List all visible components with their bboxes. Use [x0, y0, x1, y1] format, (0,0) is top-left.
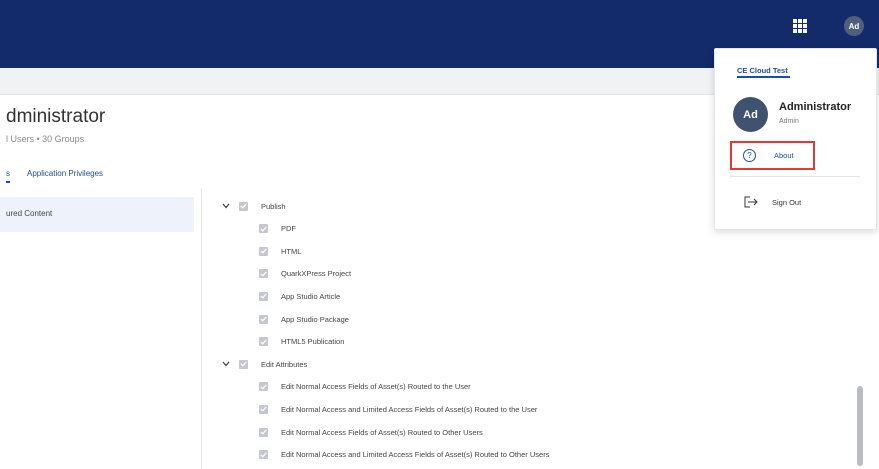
tab-content-privileges[interactable]: s	[6, 169, 10, 178]
privilege-label: Edit Normal Access and Limited Access Fi…	[281, 450, 550, 460]
privilege-checkbox[interactable]	[259, 404, 268, 414]
organization-name[interactable]: CE Cloud Test	[737, 66, 788, 75]
active-tab-indicator	[6, 181, 10, 183]
page-subtitle: l Users • 30 Groups	[6, 134, 85, 144]
left-category-panel: ured Content	[0, 188, 202, 469]
privilege-checkbox[interactable]	[259, 337, 268, 347]
privilege-label: Publish	[261, 201, 286, 211]
tree-group-row: Publish	[221, 199, 286, 213]
user-avatar-button[interactable]: Ad	[844, 16, 864, 36]
chevron-down-icon[interactable]	[221, 201, 231, 211]
privilege-label: App Studio Article	[281, 291, 341, 301]
tree-item-row: PDF	[259, 222, 296, 236]
privilege-label: App Studio Package	[281, 314, 349, 324]
privilege-label: Edit Attributes	[261, 359, 308, 369]
tree-item-row: Edit Normal Access and Limited Access Fi…	[259, 448, 549, 462]
privilege-checkbox[interactable]	[259, 427, 268, 437]
privilege-checkbox[interactable]	[259, 382, 268, 392]
user-role: Admin	[779, 118, 799, 125]
tree-item-row: App Studio Article	[259, 289, 340, 303]
about-menu-item[interactable]: ? About	[730, 141, 815, 170]
tree-item-row: Edit Normal Access and Limited Access Fi…	[259, 402, 537, 416]
tree-item-row: QuarkXPress Project	[259, 267, 351, 281]
privilege-checkbox[interactable]	[259, 314, 268, 324]
privilege-checkbox[interactable]	[259, 246, 268, 256]
privilege-label: Edit Normal Access and Limited Access Fi…	[281, 404, 538, 414]
about-label: About	[774, 151, 794, 160]
privilege-checkbox[interactable]	[239, 201, 248, 211]
user-menu-dropdown: CE Cloud Test Ad Administrator Admin ? A…	[714, 48, 877, 230]
privilege-checkbox[interactable]	[259, 269, 268, 279]
organization-underline	[737, 76, 790, 78]
apps-grid-icon[interactable]	[793, 19, 807, 33]
page-title: dministrator	[6, 106, 106, 127]
user-avatar-large: Ad	[733, 97, 768, 132]
scrollbar-thumb[interactable]	[857, 386, 863, 466]
tree-item-row: Edit Normal Access Fields of Asset(s) Ro…	[259, 425, 483, 439]
sign-out-icon[interactable]	[744, 196, 758, 208]
menu-divider	[730, 176, 860, 177]
tree-item-row: App Studio Package	[259, 312, 349, 326]
privilege-label: Edit Normal Access Fields of Asset(s) Ro…	[281, 382, 471, 392]
tree-group-row: Edit Attributes	[221, 357, 307, 371]
left-panel-item-selected[interactable]: ured Content	[0, 197, 194, 232]
sign-out-menu-item[interactable]: Sign Out	[772, 198, 801, 207]
user-name: Administrator	[779, 101, 852, 113]
privilege-checkbox[interactable]	[259, 450, 268, 460]
privilege-label: QuarkXPress Project	[281, 269, 352, 279]
chevron-down-icon[interactable]	[221, 359, 231, 369]
privilege-label: Edit Normal Access Fields of Asset(s) Ro…	[281, 427, 483, 437]
privilege-checkbox[interactable]	[259, 291, 268, 301]
privilege-label: PDF	[281, 224, 296, 234]
help-circle-icon: ?	[743, 149, 756, 162]
privilege-label: HTML	[281, 246, 302, 256]
left-panel-item-label: ured Content	[6, 209, 53, 218]
privilege-label: HTML5 Publication	[281, 337, 345, 347]
privilege-checkbox[interactable]	[239, 359, 248, 369]
tree-item-row: HTML	[259, 244, 301, 258]
privilege-checkbox[interactable]	[259, 224, 268, 234]
tree-item-row: Edit Normal Access Fields of Asset(s) Ro…	[259, 380, 471, 394]
tab-application-privileges[interactable]: Application Privileges	[27, 169, 103, 178]
tree-item-row: HTML5 Publication	[259, 335, 344, 349]
